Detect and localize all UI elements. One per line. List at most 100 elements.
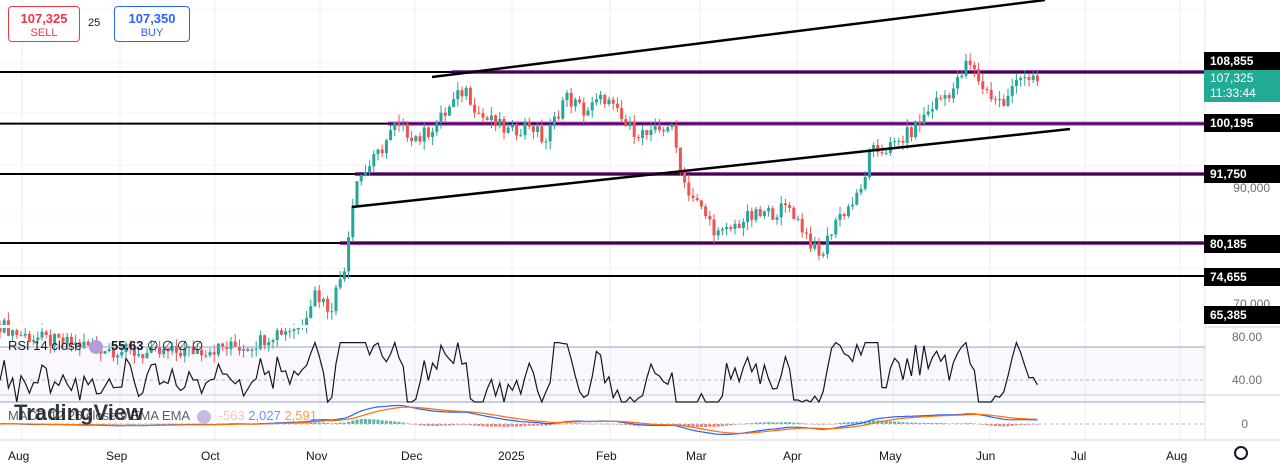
candle xyxy=(880,152,884,154)
candle xyxy=(552,116,556,126)
candle xyxy=(452,99,456,107)
price-tag-100195: 100,195 xyxy=(1204,114,1280,132)
candle xyxy=(376,149,380,155)
macd-bar xyxy=(363,418,367,424)
sell-button[interactable]: 107,325 SELL xyxy=(8,6,80,42)
macd-bar xyxy=(800,423,804,424)
candle xyxy=(788,204,792,208)
macd-bar xyxy=(716,424,720,427)
macd-bar xyxy=(758,422,762,424)
time-label-4: Dec xyxy=(401,449,423,463)
candle xyxy=(418,136,422,142)
buy-price: 107,350 xyxy=(128,11,176,26)
time-label-3: Nov xyxy=(306,449,328,463)
candle xyxy=(985,89,989,91)
buy-label: BUY xyxy=(140,27,164,39)
candle xyxy=(342,271,346,280)
candle xyxy=(380,149,384,154)
candle xyxy=(397,122,401,125)
trendline-upper xyxy=(431,0,1046,79)
settings-gear-icon[interactable] xyxy=(1234,446,1248,460)
candle xyxy=(821,254,825,256)
candle xyxy=(720,229,724,231)
candle xyxy=(775,217,779,220)
time-label-8: Apr xyxy=(783,449,802,463)
candle xyxy=(993,98,997,100)
candle xyxy=(935,97,939,110)
candle xyxy=(477,112,481,114)
candle xyxy=(599,94,603,100)
macd-bar xyxy=(926,422,930,424)
candle xyxy=(40,331,44,338)
candle xyxy=(809,233,813,249)
candle xyxy=(762,211,766,216)
time-label-12: Aug xyxy=(1166,449,1188,463)
rsi-legend[interactable]: RSI 14 close 55.63 ∅ ∅ ∅ ∅ xyxy=(8,338,203,354)
candle xyxy=(620,108,624,120)
candle xyxy=(347,237,351,272)
macd-bar xyxy=(338,422,342,424)
candle xyxy=(977,69,981,82)
candle xyxy=(838,213,842,220)
candle xyxy=(531,126,535,132)
candle xyxy=(779,203,783,218)
candle xyxy=(901,140,905,143)
candle xyxy=(641,130,645,138)
candle xyxy=(355,181,359,206)
candle xyxy=(670,124,674,128)
sell-label: SELL xyxy=(30,27,58,39)
macd-bar xyxy=(393,421,397,424)
candle xyxy=(389,130,393,141)
candle xyxy=(704,206,708,217)
macd-hist: -563 xyxy=(218,408,245,423)
candle xyxy=(351,205,355,238)
candle xyxy=(771,208,775,220)
candle xyxy=(502,119,506,133)
price-tag-108855: 108,855 xyxy=(1204,52,1280,70)
macd-bar xyxy=(603,423,607,425)
candle xyxy=(733,223,737,229)
candle xyxy=(1023,77,1027,79)
candle xyxy=(792,207,796,220)
candle xyxy=(678,147,682,173)
candle xyxy=(636,137,640,139)
rsi-label: RSI 14 close xyxy=(8,338,82,353)
candle xyxy=(489,115,493,120)
candle xyxy=(998,99,1002,101)
candle xyxy=(746,211,750,222)
candle xyxy=(548,125,552,142)
price-tag-80185: 80,185 xyxy=(1204,235,1280,253)
candle xyxy=(569,92,573,107)
settings-icon[interactable] xyxy=(196,409,211,424)
price-tag-65385: 65,385 xyxy=(1204,306,1280,324)
candle xyxy=(754,209,758,220)
candle xyxy=(825,235,829,255)
candle xyxy=(691,195,695,198)
candles xyxy=(0,53,1039,365)
candle xyxy=(473,104,477,113)
candle xyxy=(557,116,561,119)
candle xyxy=(796,218,800,220)
settings-icon[interactable] xyxy=(89,339,104,354)
candle xyxy=(57,333,61,338)
candle xyxy=(611,99,615,104)
candle xyxy=(918,121,922,124)
candle xyxy=(309,306,313,319)
macd-bar xyxy=(355,419,359,424)
price-chart[interactable] xyxy=(0,0,1280,465)
candle xyxy=(368,166,372,173)
candle xyxy=(687,182,691,196)
macd-bar xyxy=(464,424,468,425)
candle xyxy=(330,311,334,313)
candle xyxy=(23,333,27,336)
buy-button[interactable]: 107,350 BUY xyxy=(114,6,190,42)
candle xyxy=(313,290,317,307)
current-price-tag: 107,325 11:33:44 xyxy=(1204,70,1280,102)
candle xyxy=(19,335,23,337)
time-label-11: Jul xyxy=(1071,449,1087,463)
candle xyxy=(708,216,712,220)
candle xyxy=(334,287,338,312)
candle xyxy=(943,95,947,99)
candle xyxy=(11,330,15,336)
candle xyxy=(422,127,426,142)
